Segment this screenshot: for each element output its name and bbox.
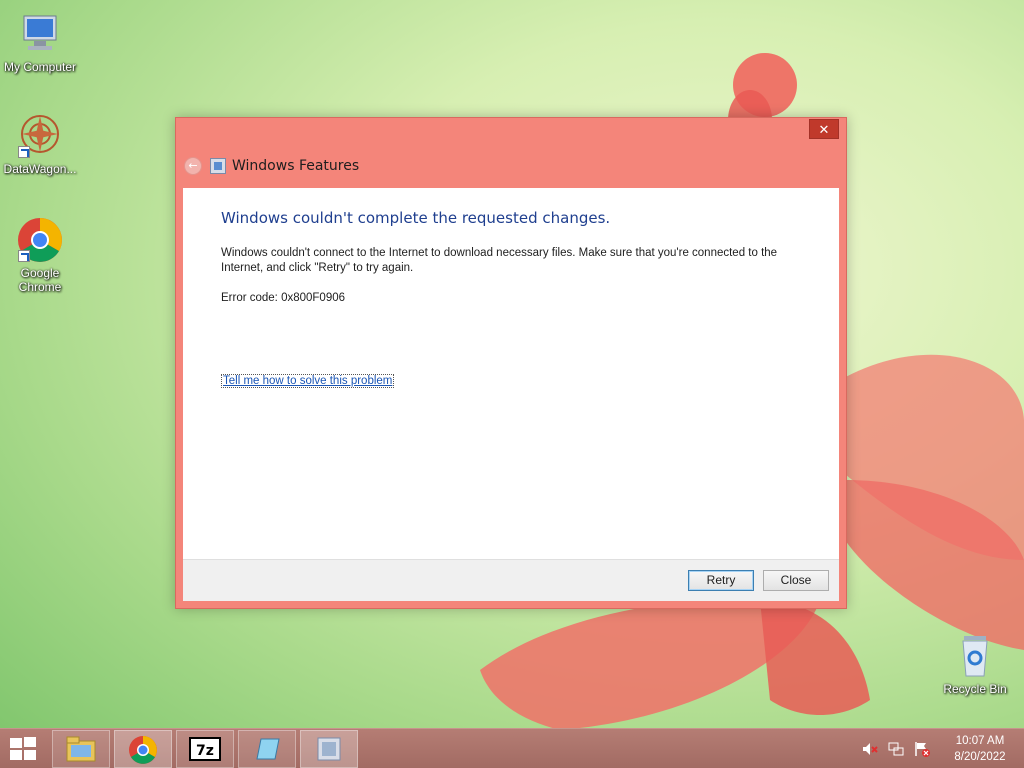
retry-button[interactable]: Retry <box>688 570 754 591</box>
windows-features-icon <box>317 737 341 761</box>
start-button[interactable] <box>8 737 38 761</box>
desktop-icon-recycle-bin[interactable]: Recycle Bin <box>935 632 1015 696</box>
chrome-icon <box>129 736 157 764</box>
desktop-icon-label: My Computer <box>3 60 77 74</box>
dialog-titlebar: ← Windows Features <box>184 152 359 180</box>
file-explorer-icon <box>66 736 96 762</box>
dialog-title: Windows Features <box>232 158 360 174</box>
error-message: Windows couldn't connect to the Internet… <box>221 247 778 274</box>
desktop-icon-google-chrome[interactable]: Google Chrome <box>0 216 80 294</box>
taskbar-chrome[interactable] <box>114 730 172 768</box>
windows-features-icon <box>210 158 226 174</box>
help-link[interactable]: Tell me how to solve this problem <box>221 374 395 388</box>
chrome-icon <box>16 216 64 264</box>
desktop-icon-datawagon[interactable]: DataWagon... <box>0 112 80 176</box>
desktop-icon-label: DataWagon... <box>3 162 77 176</box>
desktop-icon-label: Recycle Bin <box>943 682 1007 696</box>
clock-date: 8/20/2022 <box>954 751 1006 763</box>
shortcut-arrow-icon <box>18 250 30 262</box>
taskbar-windows-features[interactable] <box>300 730 358 768</box>
shortcut-arrow-icon <box>18 146 30 158</box>
recycle-bin-icon <box>951 632 999 680</box>
computer-icon <box>16 10 64 58</box>
datawagon-icon <box>16 112 64 160</box>
7zip-icon: 7z <box>189 737 221 761</box>
close-button[interactable]: Close <box>763 570 829 591</box>
error-heading: Windows couldn't complete the requested … <box>221 209 611 227</box>
system-tray: 10:07 AM 8/20/2022 <box>862 729 1024 768</box>
desktop-icon-label: Google Chrome <box>18 266 62 294</box>
taskbar-notepad[interactable] <box>238 730 296 768</box>
windows-features-dialog: ✕ ← Windows Features Windows couldn't co… <box>175 117 847 609</box>
volume-muted-icon[interactable] <box>862 741 878 757</box>
dialog-content: Windows couldn't complete the requested … <box>183 188 839 601</box>
network-icon[interactable] <box>888 741 904 757</box>
desktop-icon-my-computer[interactable]: My Computer <box>0 10 80 74</box>
clock-time: 10:07 AM <box>955 735 1005 747</box>
error-code: Error code: 0x800F0906 <box>221 292 346 304</box>
action-center-flag-icon[interactable] <box>914 741 930 757</box>
clock[interactable]: 10:07 AM 8/20/2022 <box>940 733 1020 765</box>
close-icon[interactable]: ✕ <box>809 119 839 139</box>
notepad-icon <box>256 738 280 760</box>
7zip-icon-text: 7z <box>196 743 214 759</box>
taskbar: 7z 10:07 AM 8/20/2022 <box>0 728 1024 768</box>
back-arrow-icon[interactable]: ← <box>184 157 202 175</box>
taskbar-file-explorer[interactable] <box>52 730 110 768</box>
dialog-footer: Retry Close <box>183 559 839 601</box>
taskbar-7zip[interactable]: 7z <box>176 730 234 768</box>
